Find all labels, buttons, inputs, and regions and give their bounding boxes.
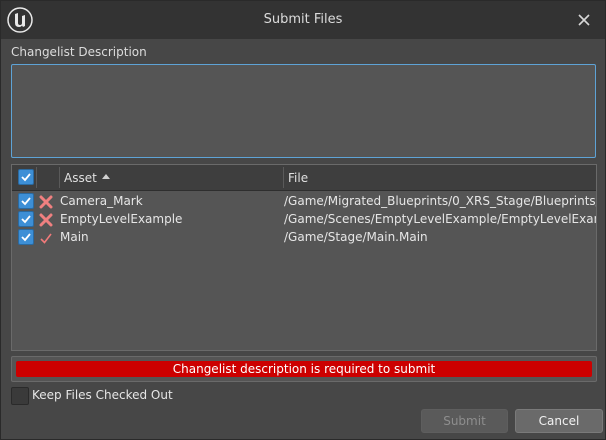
sort-ascending-icon[interactable] bbox=[102, 174, 110, 179]
asset-name: Main bbox=[60, 230, 89, 244]
column-divider[interactable] bbox=[283, 167, 284, 188]
file-column-header[interactable]: File bbox=[288, 171, 308, 185]
keep-files-label[interactable]: Keep Files Checked Out bbox=[32, 388, 173, 402]
keep-files-checkbox[interactable] bbox=[11, 387, 29, 405]
error-message: Changelist description is required to su… bbox=[16, 361, 592, 377]
window-title: Submit Files bbox=[263, 12, 343, 27]
row-checkbox[interactable] bbox=[18, 229, 34, 245]
checkmark-icon bbox=[21, 173, 31, 182]
error-x-icon bbox=[39, 195, 53, 209]
row-checkbox[interactable] bbox=[18, 193, 34, 209]
file-path: /Game/Migrated_Blueprints/0_XRS_Stage/Bl… bbox=[284, 194, 596, 208]
error-x-icon bbox=[39, 213, 53, 227]
file-path: /Game/Scenes/EmptyLevelExample/EmptyLeve… bbox=[284, 212, 596, 226]
checkmark-icon bbox=[21, 233, 31, 242]
check-mark-icon bbox=[40, 233, 52, 244]
close-icon[interactable] bbox=[573, 9, 595, 31]
asset-column-header[interactable]: Asset bbox=[64, 171, 97, 185]
file-path: /Game/Stage/Main.Main bbox=[284, 230, 428, 244]
files-table: Asset File Camera_Mark /Game/Migrated_Bl… bbox=[11, 164, 597, 351]
changelist-description-input[interactable] bbox=[11, 64, 596, 158]
cancel-button[interactable]: Cancel bbox=[515, 409, 603, 433]
error-banner: Changelist description is required to su… bbox=[11, 356, 597, 382]
checkmark-icon bbox=[21, 197, 31, 206]
asset-name: Camera_Mark bbox=[60, 194, 143, 208]
column-divider bbox=[36, 167, 37, 188]
title-bar[interactable]: Submit Files bbox=[1, 1, 605, 39]
submit-files-dialog: Submit Files Changelist Description Asse… bbox=[0, 0, 606, 440]
table-row[interactable]: Camera_Mark /Game/Migrated_Blueprints/0_… bbox=[12, 192, 596, 210]
changelist-description-label: Changelist Description bbox=[11, 45, 147, 59]
asset-name: EmptyLevelExample bbox=[60, 212, 183, 226]
table-row[interactable]: Main /Game/Stage/Main.Main bbox=[12, 228, 596, 246]
column-divider bbox=[59, 167, 60, 188]
table-row[interactable]: EmptyLevelExample /Game/Scenes/EmptyLeve… bbox=[12, 210, 596, 228]
checkmark-icon bbox=[21, 215, 31, 224]
submit-button[interactable]: Submit bbox=[421, 409, 508, 433]
select-all-checkbox[interactable] bbox=[18, 169, 34, 185]
table-header: Asset File bbox=[12, 165, 596, 191]
row-checkbox[interactable] bbox=[18, 211, 34, 227]
